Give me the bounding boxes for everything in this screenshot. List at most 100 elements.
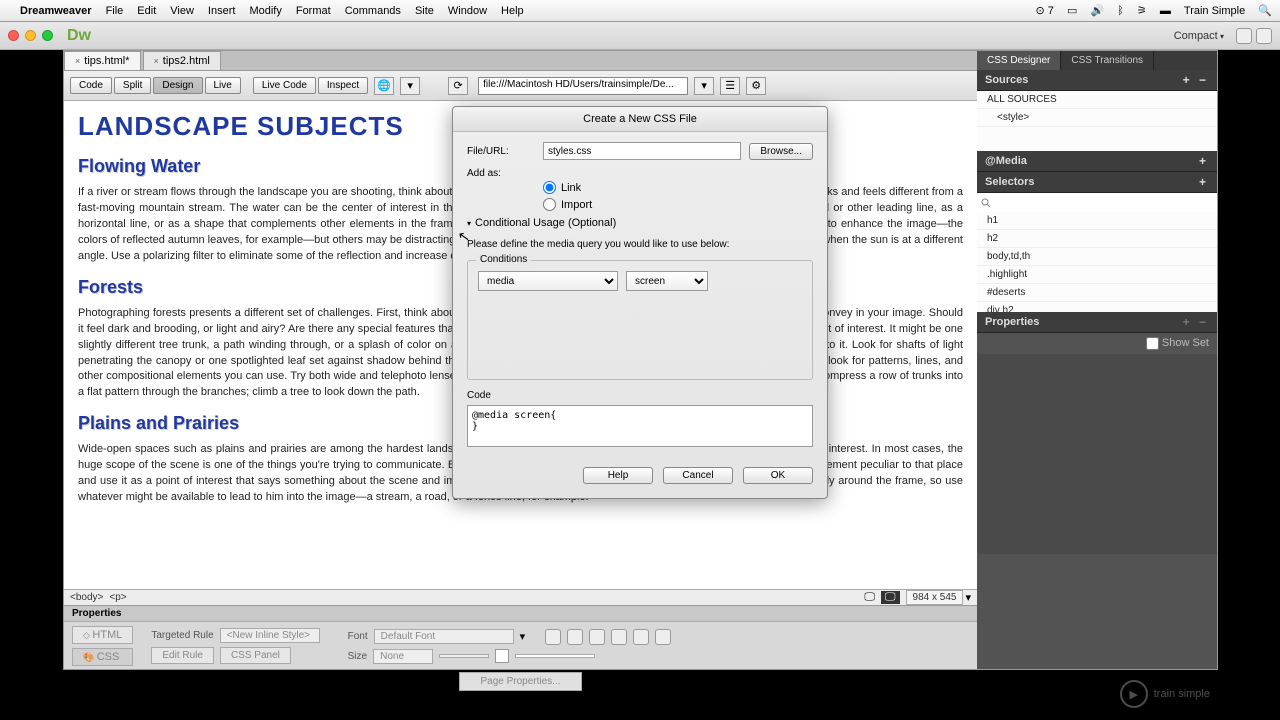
close-icon[interactable]: × <box>75 56 80 66</box>
dropdown-icon[interactable]: ▾ <box>694 77 714 95</box>
tab-css-designer[interactable]: CSS Designer <box>977 51 1061 70</box>
tab-label: tips.html* <box>84 55 129 67</box>
ok-button[interactable]: OK <box>743 467 813 484</box>
align-center-icon[interactable] <box>611 629 627 645</box>
bold-icon[interactable] <box>545 629 561 645</box>
tab-css-transitions[interactable]: CSS Transitions <box>1061 51 1154 70</box>
dialog-title: Create a New CSS File <box>453 107 827 132</box>
nav-icon[interactable]: ▾ <box>400 77 420 95</box>
help-button[interactable]: Help <box>583 467 653 484</box>
tag-selector[interactable]: <body> <box>70 592 103 603</box>
minimize-button[interactable] <box>25 30 36 41</box>
properties-header[interactable]: Properties <box>64 606 977 622</box>
cancel-button[interactable]: Cancel <box>663 467 733 484</box>
spotlight-icon[interactable]: 🔍 <box>1258 5 1272 17</box>
tool-icon[interactable]: ⚙ <box>746 77 766 95</box>
color-input[interactable] <box>515 654 595 658</box>
refresh-icon[interactable]: ⟳ <box>448 77 468 95</box>
wifi-icon[interactable]: ⚞ <box>1137 5 1147 17</box>
selectors-header[interactable]: Selectors+ <box>977 172 1217 193</box>
add-remove-icons[interactable]: + − <box>1183 73 1209 87</box>
display-icon[interactable]: ▭ <box>1067 5 1077 17</box>
globe-icon[interactable]: 🌐 <box>374 77 394 95</box>
selector-item[interactable]: div h2 <box>977 302 1217 312</box>
tab-tips-html[interactable]: × tips.html* <box>64 51 141 70</box>
selector-item[interactable]: .highlight <box>977 266 1217 284</box>
menu-commands[interactable]: Commands <box>345 5 401 17</box>
add-icon[interactable]: + <box>1199 175 1209 189</box>
selector-item[interactable]: #deserts <box>977 284 1217 302</box>
close-icon[interactable]: × <box>154 56 159 66</box>
media-query-instruction: Please define the media query you would … <box>467 239 813 250</box>
page-properties-button[interactable]: Page Properties... <box>459 672 581 691</box>
condition-value-select[interactable]: screen <box>626 271 708 291</box>
sources-header[interactable]: Sources+ − <box>977 70 1217 91</box>
workspace-switcher[interactable]: Compact <box>1174 30 1224 42</box>
targeted-rule-label: Targeted Rule <box>151 630 213 641</box>
selector-search-input[interactable] <box>979 195 1215 210</box>
edit-rule-button[interactable]: Edit Rule <box>151 647 214 664</box>
zoom-button[interactable] <box>42 30 53 41</box>
help-icon[interactable] <box>1256 28 1272 44</box>
code-view-button[interactable]: Code <box>70 77 112 94</box>
italic-icon[interactable] <box>567 629 583 645</box>
conditional-usage-toggle[interactable]: Conditional Usage (Optional) <box>467 217 813 229</box>
selector-item[interactable]: body,td,th <box>977 248 1217 266</box>
address-bar[interactable]: file:///Macintosh HD/Users/trainsimple/D… <box>478 77 688 95</box>
css-mode-button[interactable]: 🎨 CSS <box>72 648 133 666</box>
properties-header[interactable]: Properties+ − <box>977 312 1217 333</box>
volume-icon[interactable]: 🔊 <box>1090 5 1104 17</box>
sync-icon[interactable] <box>1236 28 1252 44</box>
menu-modify[interactable]: Modify <box>249 5 281 17</box>
targeted-rule-select[interactable]: <New Inline Style> <box>220 628 320 643</box>
align-right-icon[interactable] <box>633 629 649 645</box>
condition-type-select[interactable]: media <box>478 271 618 291</box>
size-select[interactable]: None <box>373 649 433 664</box>
inspect-button[interactable]: Inspect <box>318 77 368 94</box>
watermark: ▶ train simple <box>1120 680 1210 708</box>
menu-site[interactable]: Site <box>415 5 434 17</box>
list-icon[interactable]: ☰ <box>720 77 740 95</box>
align-left-icon[interactable] <box>589 629 605 645</box>
code-label: Code <box>467 390 813 401</box>
split-view-button[interactable]: Split <box>114 77 151 94</box>
tab-tips2-html[interactable]: × tips2.html <box>143 51 221 70</box>
menu-view[interactable]: View <box>170 5 194 17</box>
source-item[interactable]: ALL SOURCES <box>977 91 1217 109</box>
code-preview[interactable]: @media screen{ } <box>467 405 813 447</box>
font-select[interactable]: Default Font <box>374 629 514 644</box>
dimensions-display[interactable]: 984 x 545 <box>906 590 964 605</box>
live-code-button[interactable]: Live Code <box>253 77 316 94</box>
add-icon[interactable]: + <box>1199 154 1209 168</box>
menu-insert[interactable]: Insert <box>208 5 236 17</box>
close-button[interactable] <box>8 30 19 41</box>
user-name[interactable]: Train Simple <box>1184 5 1245 17</box>
tab-label: tips2.html <box>163 55 210 67</box>
html-mode-button[interactable]: ◇ HTML <box>72 626 133 644</box>
browse-button[interactable]: Browse... <box>749 143 813 160</box>
align-justify-icon[interactable] <box>655 629 671 645</box>
app-name[interactable]: Dreamweaver <box>20 5 92 17</box>
media-header[interactable]: @Media+ <box>977 151 1217 172</box>
source-item[interactable]: <style> <box>977 109 1217 127</box>
menu-window[interactable]: Window <box>448 5 487 17</box>
link-radio[interactable] <box>543 181 556 194</box>
color-swatch[interactable] <box>495 649 509 663</box>
battery-icon[interactable]: ▬ <box>1160 5 1171 17</box>
bluetooth-icon[interactable]: ᛒ <box>1117 5 1124 17</box>
design-view-button[interactable]: Design <box>153 77 202 94</box>
file-url-input[interactable] <box>543 142 741 160</box>
menu-format[interactable]: Format <box>296 5 331 17</box>
selector-item[interactable]: h2 <box>977 230 1217 248</box>
live-view-button[interactable]: Live <box>205 77 241 94</box>
menu-help[interactable]: Help <box>501 5 524 17</box>
menu-file[interactable]: File <box>106 5 124 17</box>
unit-select[interactable] <box>439 654 489 658</box>
tag-selector[interactable]: <p> <box>109 592 126 603</box>
menu-edit[interactable]: Edit <box>137 5 156 17</box>
css-panel-button[interactable]: CSS Panel <box>220 647 291 664</box>
selector-item[interactable]: h1 <box>977 212 1217 230</box>
show-set-checkbox[interactable] <box>1146 337 1159 350</box>
cloud-status[interactable]: ⊙ 7 <box>1036 5 1054 17</box>
import-radio[interactable] <box>543 198 556 211</box>
